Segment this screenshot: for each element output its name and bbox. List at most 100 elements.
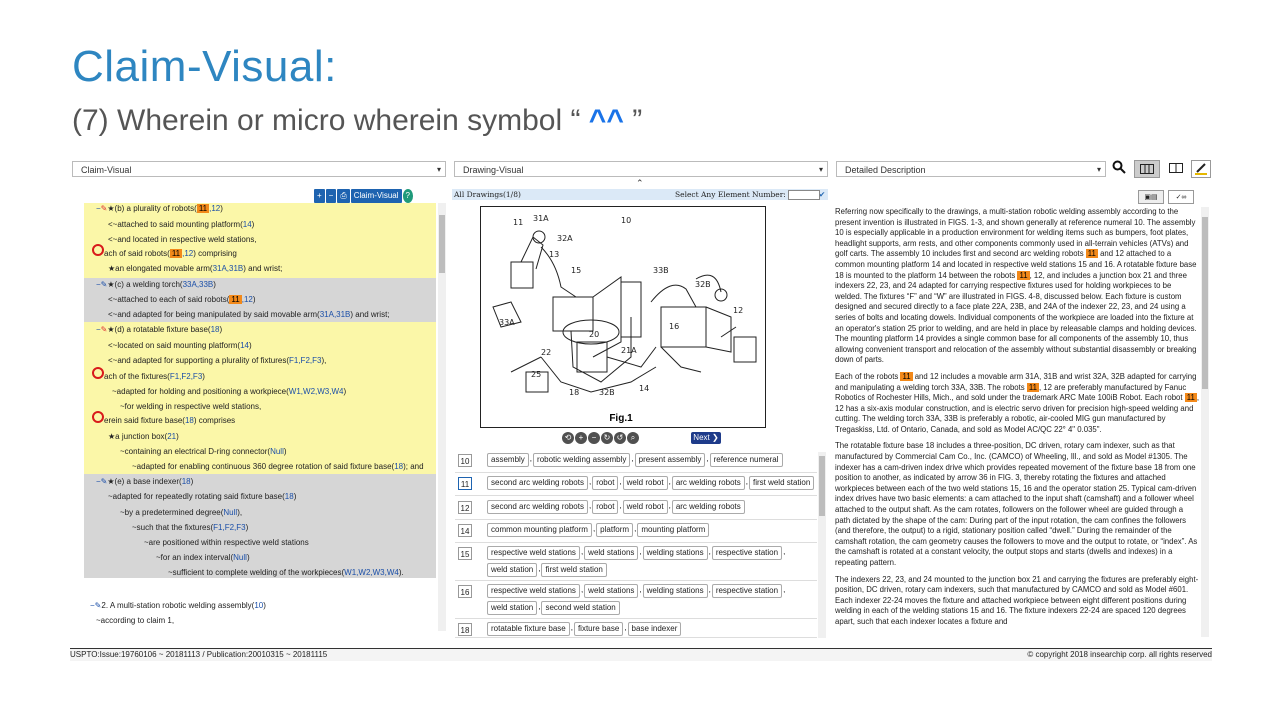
claim-row[interactable]: ~adapted for enabling continuous 360 deg… <box>132 462 424 471</box>
drawing-visual-select[interactable]: Drawing-Visual ▾ <box>454 161 828 177</box>
claim-row[interactable]: ach of the fixtures(F1,F2,F3) <box>104 372 205 381</box>
element-number[interactable]: 11 <box>458 477 472 490</box>
link-toggle-icon[interactable]: ✓∞ <box>1168 190 1194 204</box>
claim-row[interactable]: ★an elongated movable arm(31A,31B) and w… <box>108 264 282 273</box>
claim-row[interactable]: <~and adapted for supporting a plurality… <box>108 356 326 365</box>
element-term-tag[interactable]: robot <box>592 476 619 490</box>
element-term-tag[interactable]: weld station <box>487 601 538 615</box>
element-term-tag[interactable]: robot <box>592 500 619 514</box>
claim-row[interactable]: ach of said robots(11,12) comprising <box>104 249 237 258</box>
claim-row[interactable]: <~located on said mounting platform(14) <box>108 341 252 350</box>
claim-row[interactable]: ~according to claim 1, <box>96 616 174 625</box>
element-number-input[interactable] <box>788 190 820 200</box>
edit-icon[interactable]: ✎ <box>101 204 108 213</box>
element-term-tag[interactable]: robotic welding assembly <box>533 453 631 467</box>
element-term-tag[interactable]: respective station <box>711 584 783 598</box>
detailed-description-select[interactable]: Detailed Description ▾ <box>836 161 1106 177</box>
claim-row[interactable]: ~for an index interval(Null) <box>156 553 250 562</box>
highlighted-ref-number[interactable]: 11 <box>1085 249 1098 259</box>
wherein-marker-icon[interactable] <box>92 411 104 423</box>
element-term-tag[interactable]: mounting platform <box>637 523 710 537</box>
claim-row[interactable]: <~attached to said mounting platform(14) <box>108 220 254 229</box>
wherein-marker-icon[interactable] <box>92 244 104 256</box>
claim-row[interactable]: ~adapted for repeatedly rotating said fi… <box>108 492 296 501</box>
claim-row[interactable]: ~sufficient to complete welding of the w… <box>168 568 404 577</box>
element-term-tag[interactable]: assembly <box>487 453 529 467</box>
element-term-tag[interactable]: respective weld stations <box>487 546 580 560</box>
rotate-right-icon[interactable]: ↻ <box>601 432 613 444</box>
highlight-pen-icon[interactable] <box>1191 160 1211 178</box>
element-number[interactable]: 15 <box>458 547 472 560</box>
element-term-tag[interactable]: welding stations <box>642 584 708 598</box>
element-term-tag[interactable]: weld stations <box>584 546 639 560</box>
claim-row[interactable]: erein said fixture base(18) comprises <box>104 416 235 425</box>
image-text-toggle-icon[interactable]: ▣▤ <box>1138 190 1164 204</box>
element-term-tag[interactable]: second arc welding robots <box>487 500 588 514</box>
element-term-tag[interactable]: weld stations <box>584 584 639 598</box>
zoom-in-icon[interactable]: + <box>575 432 587 444</box>
magnify-icon[interactable]: ⌕ <box>627 432 639 444</box>
highlighted-ref-number[interactable]: 11 <box>1184 393 1197 403</box>
element-term-tag[interactable]: reference numeral <box>709 453 783 467</box>
element-term-tag[interactable]: first weld station <box>541 563 607 577</box>
element-term-tag[interactable]: welding stations <box>642 546 708 560</box>
element-list-scrollbar[interactable] <box>818 452 826 638</box>
highlighted-ref-number[interactable]: 11 <box>900 371 913 381</box>
claim-row[interactable]: ★a junction box(21) <box>108 432 179 441</box>
two-column-layout-icon[interactable] <box>1166 160 1186 178</box>
element-term-tag[interactable]: first weld station <box>748 476 815 490</box>
next-drawing-button[interactable]: Next ❯ <box>691 432 721 444</box>
scroll-thumb[interactable] <box>439 215 445 273</box>
element-term-tag[interactable]: weld robot <box>622 476 668 490</box>
element-term-tag[interactable]: respective weld stations <box>487 584 580 598</box>
element-term-tag[interactable]: rotatable fixture base <box>487 622 570 636</box>
claim-visual-select[interactable]: Claim-Visual ▾ <box>72 161 446 177</box>
element-number[interactable]: 12 <box>458 501 472 514</box>
claim-row[interactable]: <~and located in respective weld station… <box>108 235 257 244</box>
claims-scrollbar[interactable] <box>438 203 446 631</box>
element-number[interactable]: 18 <box>458 623 472 636</box>
element-term-tag[interactable]: second arc welding robots <box>487 476 588 490</box>
highlighted-ref-number[interactable]: 11 <box>1017 270 1030 280</box>
claim-row[interactable]: <~and adapted for being manipulated by s… <box>108 310 390 319</box>
element-term-tag[interactable]: present assembly <box>634 453 706 467</box>
element-term-tag[interactable]: weld robot <box>622 500 668 514</box>
element-term-tag[interactable]: base indexer <box>627 622 682 636</box>
search-icon[interactable] <box>1109 160 1129 178</box>
collapse-button[interactable]: − <box>325 189 337 203</box>
expand-button[interactable]: + <box>314 189 325 203</box>
claim-row[interactable]: ~adapted for holding and positioning a w… <box>112 387 346 396</box>
patent-drawing[interactable]: 11 31A 10 32A 13 15 33B 32B 33A 12 16 22 21A 25 20 18 32… <box>480 206 766 428</box>
claim-2[interactable]: −✎2. A multi-station robotic welding ass… <box>90 601 266 610</box>
element-term-tag[interactable]: common mounting platform <box>487 523 592 537</box>
reset-icon[interactable]: ⟲ <box>562 432 574 444</box>
claim-row[interactable]: <~attached to each of said robots(11,12) <box>108 295 256 304</box>
claim-row[interactable]: ~are positioned within respective weld s… <box>144 538 309 547</box>
scroll-thumb[interactable] <box>819 456 825 516</box>
highlighted-ref-number[interactable]: 11 <box>196 204 210 213</box>
element-term-tag[interactable]: respective station <box>711 546 783 560</box>
highlighted-ref-number[interactable]: 11 <box>1026 382 1039 392</box>
claim-row[interactable]: ~containing an electrical D-ring connect… <box>120 447 287 456</box>
element-term-tag[interactable]: arc welding robots <box>671 476 745 490</box>
claim-row[interactable]: ~by a predetermined degree(Null), <box>120 508 242 517</box>
claim-row[interactable]: −✎★(d) a rotatable fixture base(18) <box>96 325 222 334</box>
element-term-tag[interactable]: fixture base <box>573 622 624 636</box>
three-column-layout-icon[interactable] <box>1134 160 1160 178</box>
claim-row[interactable]: −✎★(e) a base indexer(18) <box>96 477 193 486</box>
element-number[interactable]: 14 <box>458 524 472 537</box>
element-term-tag[interactable]: arc welding robots <box>671 500 745 514</box>
description-scrollbar[interactable] <box>1201 207 1209 637</box>
collapse-chevron-icon[interactable]: ⌃ <box>636 178 644 189</box>
claim-row[interactable]: −✎★(c) a welding torch(33A,33B) <box>96 280 216 289</box>
element-number[interactable]: 10 <box>458 454 472 467</box>
help-button[interactable]: ? <box>402 189 413 203</box>
claim-row[interactable]: ~such that the fixtures(F1,F2,F3) <box>132 523 248 532</box>
claim-row[interactable]: −✎★(b) a plurality of robots(11,12) <box>96 204 223 213</box>
print-icon[interactable]: ⎙ <box>337 189 350 203</box>
element-number[interactable]: 16 <box>458 585 472 598</box>
zoom-out-icon[interactable]: − <box>588 432 600 444</box>
element-term-tag[interactable]: weld station <box>487 563 538 577</box>
element-term-tag[interactable]: platform <box>596 523 634 537</box>
claim-row[interactable]: ~for welding in respective weld stations… <box>120 402 261 411</box>
